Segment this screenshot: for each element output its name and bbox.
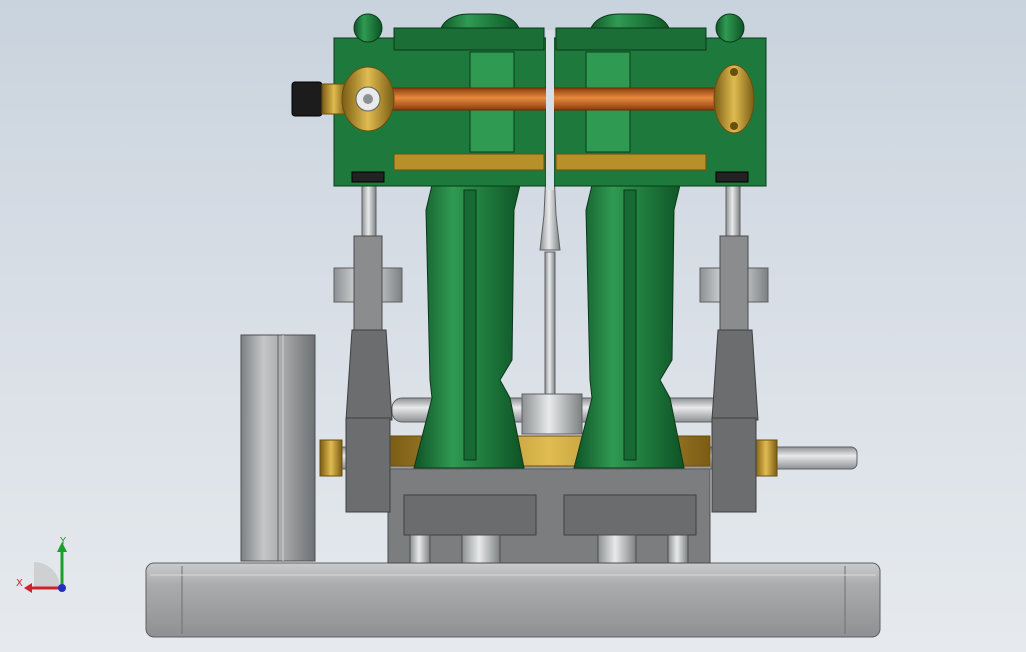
frame-standard-right[interactable] xyxy=(573,169,685,469)
cad-viewport[interactable]: Y X xyxy=(0,0,1026,652)
frame-standard-left[interactable] xyxy=(413,169,525,469)
flywheel[interactable] xyxy=(240,334,316,562)
axis-triad: Y X xyxy=(16,536,67,593)
y-axis-label: Y xyxy=(59,536,67,547)
steam-outlet-flange[interactable] xyxy=(713,64,755,134)
cylinder-split-gap xyxy=(546,30,554,190)
steam-pipe[interactable] xyxy=(383,87,745,111)
crankcase[interactable] xyxy=(387,462,711,564)
valve-rod[interactable] xyxy=(521,171,583,435)
base-plate[interactable] xyxy=(145,562,881,638)
z-axis-dot xyxy=(58,584,66,592)
x-axis-label: X xyxy=(16,578,23,589)
engine-model[interactable]: Y X xyxy=(0,0,1026,652)
